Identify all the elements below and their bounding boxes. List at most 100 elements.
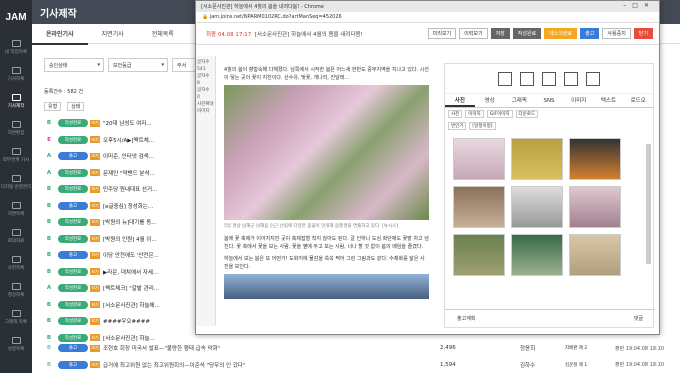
disable-button[interactable]: 사용중지: [602, 28, 631, 39]
sidebar-item[interactable]: 기사제작: [0, 88, 32, 115]
history-button[interactable]: 이력보기: [459, 28, 488, 39]
media-subtab[interactable]: 이미지: [465, 110, 484, 118]
gallery-icon[interactable]: [520, 71, 534, 86]
save-button[interactable]: 저장: [490, 28, 510, 39]
table-row[interactable]: B 출고 보기 [e글중심] 정성화는...: [40, 198, 190, 215]
table-row[interactable]: B 출고 보기 이당 안전에도 '안전은...: [40, 247, 190, 264]
row-title[interactable]: 조현호 회장 미국서 발표—"불량한 행태 급속 악화": [103, 344, 220, 352]
media-thumbnail[interactable]: [511, 138, 563, 180]
row-title[interactable]: [서소문사진관] 하늘에...: [103, 301, 160, 309]
row-title[interactable]: 문재인 "약밴드 분석...: [103, 169, 155, 177]
status-badge: 작성완료: [58, 119, 88, 128]
slide-icon[interactable]: [542, 71, 556, 86]
publish-plan-tab[interactable]: 출고계획: [457, 315, 475, 322]
menu-icon: [11, 148, 21, 155]
sidebar-item[interactable]: 지면목록: [0, 196, 32, 223]
close-button[interactable]: 닫기: [633, 28, 653, 39]
status-select[interactable]: 승인상태 ▾: [44, 58, 104, 72]
table-row[interactable]: B 작성완료 보기 "20대 남성도 여자...: [40, 115, 190, 132]
media-thumbnail[interactable]: [569, 234, 621, 276]
tab-all[interactable]: 전체목록: [138, 29, 188, 38]
table-row[interactable]: B 작성완료 보기 [서소문사진관] 하늘에...: [40, 297, 190, 314]
row-title[interactable]: ▶라운, 대치에서 자세...: [103, 268, 158, 276]
media-thumbnail[interactable]: [453, 138, 505, 180]
table-row[interactable]: B 작성완료 보기 민주당 원내대표 선거...: [40, 181, 190, 198]
sidebar-item[interactable]: 지면편집: [0, 115, 32, 142]
comment-tab[interactable]: 댓글: [634, 315, 643, 322]
article-count: 등록건수 : 582 건: [44, 89, 83, 95]
video-icon[interactable]: [564, 71, 578, 86]
sidebar-item[interactable]: 내 작업목록: [0, 34, 32, 61]
level-select[interactable]: 보안등급 ▾: [108, 58, 168, 72]
tab-print[interactable]: 지면기사: [88, 29, 138, 38]
table-row[interactable]: B 출고 보기 조현호 회장 미국서 발표—"불량한 행태 급속 악화" 2,496 정윤…: [40, 340, 680, 357]
media-tab[interactable]: 영상: [475, 94, 505, 107]
col-type[interactable]: 유형: [44, 102, 62, 111]
row-title[interactable]: 오후5시/A▶[팩트체...: [103, 136, 154, 144]
table-row[interactable]: A 출고 보기 이미준, 인터넷 검색...: [40, 148, 190, 165]
row-title[interactable]: [박원의 인원] 4월 이...: [103, 235, 157, 243]
menu-icon: [11, 94, 21, 101]
table-row[interactable]: B 작성완료 보기 [박원의 뉴]대기를 동...: [40, 214, 190, 231]
media-thumbnail[interactable]: [511, 234, 563, 276]
media-subtab[interactable]: 다운로드: [515, 110, 539, 118]
menu-icon: [11, 202, 21, 209]
media-subtab[interactable]: 사진: [448, 110, 463, 118]
sidebar-item[interactable]: 그래픽 목록: [0, 304, 32, 331]
sidebar-item[interactable]: 디지털 운영관리: [0, 169, 32, 196]
window-controls[interactable]: –□✕: [623, 2, 655, 9]
media-tab[interactable]: 로드오: [623, 94, 653, 107]
photo-insert-icon[interactable]: [498, 71, 512, 86]
row-title[interactable]: [박원의 뉴]대기를 동...: [103, 218, 157, 226]
article-photo[interactable]: [224, 85, 429, 220]
row-title[interactable]: 급거에 최고위원 없는 최고위원회의—이준석 "당무의 인 갔다": [103, 361, 246, 369]
publish-button[interactable]: 출고: [580, 28, 600, 39]
tab-online[interactable]: 온라인기사: [32, 23, 88, 45]
sidebar-item[interactable]: 영상목록: [0, 277, 32, 304]
body-paragraph: 하늘에서 보는 봄은 또 어떤가! 도화지에 물감을 쏙쏙 찍어 그린 그림과도…: [224, 256, 425, 270]
media-tab[interactable]: 사진: [445, 94, 475, 107]
row-title[interactable]: "20대 남성도 여자...: [103, 119, 152, 127]
row-title[interactable]: 민주당 원내대표 선거...: [103, 185, 157, 193]
media-type-icons: [445, 64, 653, 94]
date-chip[interactable]: 번인기: [448, 122, 467, 130]
table-row[interactable]: B 작성완료 보기 [박원의 인원] 4월 이...: [40, 231, 190, 248]
media-thumbnail[interactable]: [453, 234, 505, 276]
media-subtab[interactable]: GIF이미지: [486, 110, 513, 118]
table-row[interactable]: A 작성완료 보기 문재인 "약밴드 분석...: [40, 165, 190, 182]
table-row[interactable]: E 작성완료 보기 오후5시/A▶[팩트체...: [40, 132, 190, 149]
article-photo-2[interactable]: [224, 274, 429, 299]
media-tab[interactable]: SNS: [534, 94, 564, 107]
preview-button[interactable]: 미리보기: [427, 28, 457, 39]
sidebar-item[interactable]: 외부연계 기사: [0, 142, 32, 169]
media-thumbnail[interactable]: [569, 138, 621, 180]
desk-complete-button[interactable]: 데스크완료: [544, 28, 578, 39]
table-row[interactable]: B 출고 보기 급거에 최고위원 없는 최고위원회의—이준석 "당무의 인 갔다" 1,…: [40, 357, 680, 373]
row-title[interactable]: 이미준, 인터넷 검색...: [103, 152, 154, 160]
table-row[interactable]: B 작성완료 보기 ####우오####: [40, 313, 190, 330]
col-status[interactable]: 상태: [67, 102, 85, 111]
sidebar-item[interactable]: 회의자료: [0, 223, 32, 250]
sidebar-item-label: 디지털 운영관리: [0, 185, 32, 190]
row-title[interactable]: 이당 안전에도 '안전은...: [103, 251, 159, 259]
box-icon[interactable]: [586, 71, 600, 86]
table-row[interactable]: A 작성완료 보기 [팩트체크] "갈밭 관리...: [40, 280, 190, 297]
media-scrollbar[interactable]: [646, 144, 651, 264]
complete-button[interactable]: 작성완료: [512, 28, 542, 39]
row-title[interactable]: [팩트체크] "갈밭 관리...: [103, 284, 159, 292]
table-row[interactable]: B 작성완료 보기 ▶라운, 대치에서 자세...: [40, 264, 190, 281]
media-thumbnail[interactable]: [569, 186, 621, 228]
article-body[interactable]: 4월의 봄이 향함숙해 다해졌다. 남쪽에서 시작한 봄은 어느새 한반도 중부…: [218, 63, 435, 323]
sidebar-item[interactable]: 설정목록: [0, 331, 32, 358]
date-range[interactable]: [일정이정]: [469, 122, 496, 130]
media-tab[interactable]: 이미지: [564, 94, 594, 107]
media-tab[interactable]: 텍스트: [594, 94, 624, 107]
row-title[interactable]: [e글중심] 정성화는...: [103, 202, 153, 210]
sidebar-item[interactable]: 기사목록: [0, 61, 32, 88]
status-badge: 출고: [58, 344, 88, 353]
media-tab[interactable]: 그래픽: [504, 94, 534, 107]
media-thumbnail[interactable]: [453, 186, 505, 228]
sidebar-item[interactable]: 사진목록: [0, 250, 32, 277]
media-thumbnail[interactable]: [511, 186, 563, 228]
row-title[interactable]: ####우오####: [103, 317, 150, 325]
